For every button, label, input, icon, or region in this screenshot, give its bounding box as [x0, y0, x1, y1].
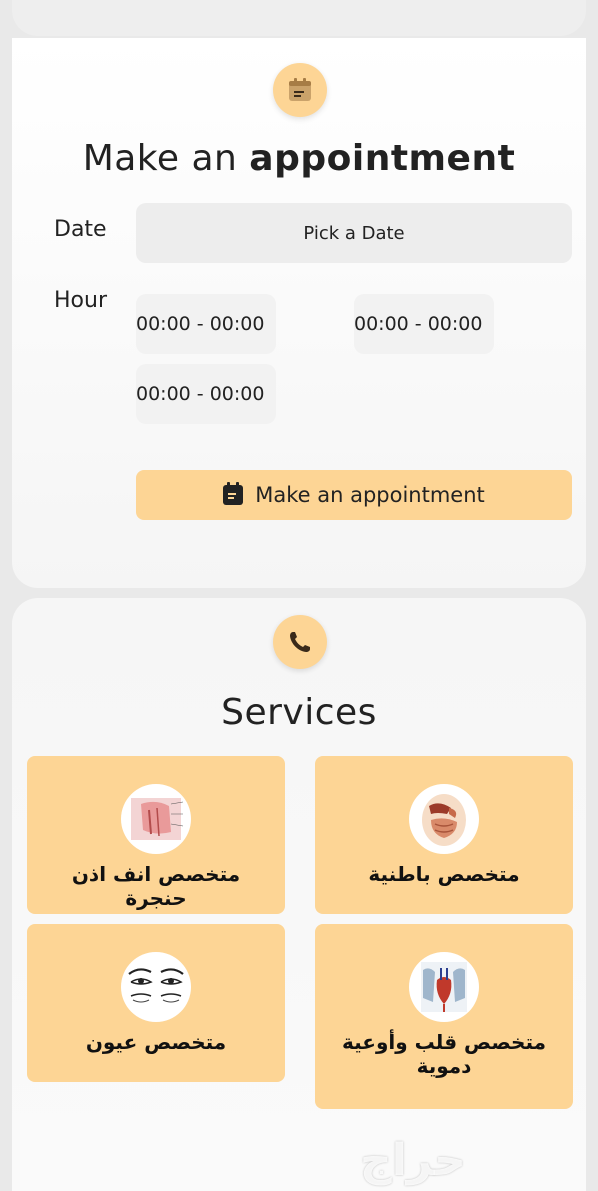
services-title: Services [221, 692, 377, 733]
service-name: متخصص باطنية [368, 862, 520, 886]
service-card-cardio[interactable]: متخصص قلب وأوعية دموية [315, 924, 573, 1109]
hour-slot[interactable]: 00:00 - 00:00 [136, 364, 276, 424]
service-card-ent[interactable]: متخصص انف اذن حنجرة [27, 756, 285, 914]
phone-icon [290, 632, 310, 652]
appointment-title: Make an appointment [82, 138, 516, 179]
service-name: متخصص عيون [85, 1030, 227, 1054]
hour-slot[interactable]: 00:00 - 00:00 [136, 294, 276, 354]
digestive-anatomy-image [409, 784, 479, 854]
eyes-drawing-image [121, 952, 191, 1022]
make-appointment-button[interactable]: Make an appointment [136, 470, 572, 520]
hour-label: Hour [54, 288, 107, 313]
service-card-internal[interactable]: متخصص باطنية [315, 756, 573, 914]
calendar-icon-badge [273, 63, 327, 117]
make-appointment-button-label: Make an appointment [255, 483, 485, 507]
calendar-icon [289, 78, 311, 101]
date-picker-field[interactable]: Pick a Date [136, 203, 572, 263]
date-label: Date [54, 217, 107, 242]
phone-icon-badge [273, 615, 327, 669]
service-card-eyes[interactable]: متخصص عيون [27, 924, 285, 1082]
service-name: متخصص انف اذن حنجرة [71, 862, 241, 910]
heart-vessels-anatomy-image [409, 952, 479, 1022]
calendar-icon [223, 482, 244, 505]
ent-anatomy-image [121, 784, 191, 854]
hour-slot[interactable]: 00:00 - 00:00 [354, 294, 494, 354]
previous-section-card [12, 0, 586, 36]
watermark-logo: حراج [360, 1135, 466, 1186]
service-name: متخصص قلب وأوعية دموية [342, 1030, 546, 1078]
